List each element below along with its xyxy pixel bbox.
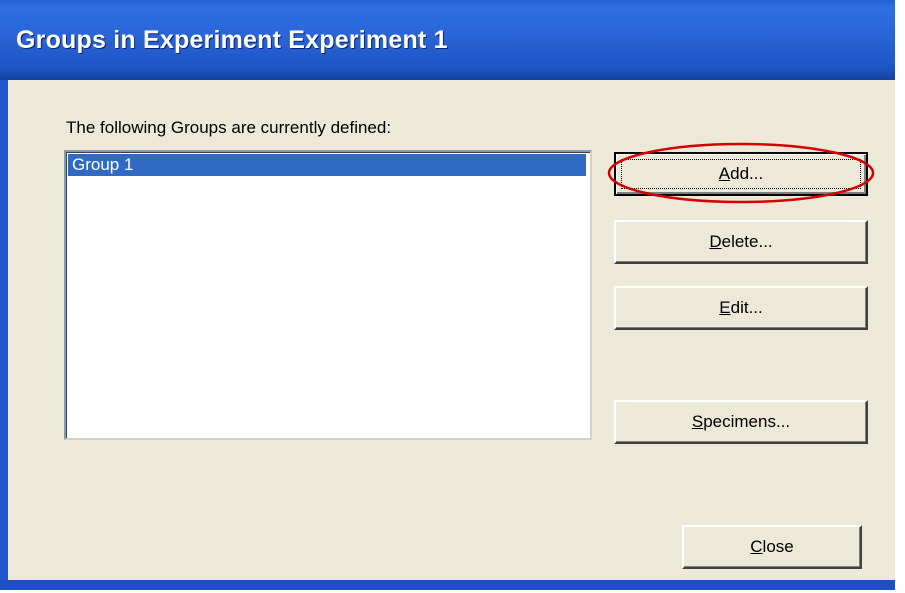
- specimens-button[interactable]: Specimens...: [614, 400, 868, 444]
- list-item-group-1[interactable]: Group 1: [68, 154, 586, 176]
- title-bar[interactable]: Groups in Experiment Experiment 1: [0, 0, 895, 80]
- window-frame-left: [0, 80, 8, 580]
- delete-mnemonic: D: [709, 232, 722, 251]
- groups-listbox[interactable]: Group 1: [64, 150, 592, 440]
- close-mnemonic: C: [750, 537, 763, 556]
- edit-button[interactable]: Edit...: [614, 286, 868, 330]
- add-mnemonic: A: [718, 164, 731, 183]
- edit-label: dit...: [730, 298, 763, 317]
- close-button[interactable]: Close: [682, 525, 862, 569]
- specimens-mnemonic: S: [691, 412, 704, 431]
- edit-mnemonic: E: [719, 298, 731, 317]
- delete-label: elete...: [721, 232, 773, 251]
- dialog-window: Groups in Experiment Experiment 1 The fo…: [0, 0, 895, 590]
- delete-button[interactable]: Delete...: [614, 220, 868, 264]
- dialog-client-area: The following Groups are currently defin…: [8, 80, 895, 580]
- add-label: dd...: [730, 164, 764, 183]
- add-button[interactable]: Add...: [614, 152, 868, 196]
- specimens-label: pecimens...: [703, 412, 791, 431]
- window-title: Groups in Experiment Experiment 1: [16, 26, 448, 54]
- groups-prompt-label: The following Groups are currently defin…: [66, 118, 392, 137]
- window-frame-bottom: [0, 580, 895, 590]
- close-label: lose: [762, 537, 794, 556]
